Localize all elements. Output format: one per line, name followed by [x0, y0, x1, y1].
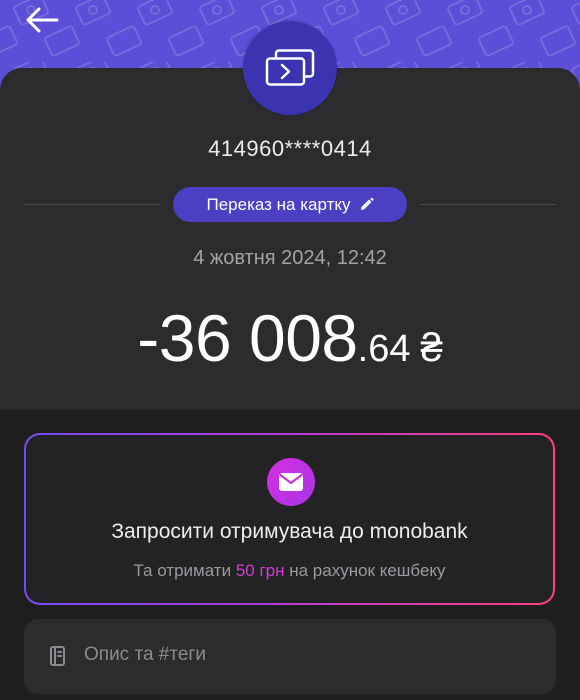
- transfer-type-chip[interactable]: Переказ на картку: [173, 187, 407, 222]
- amount-integer: -36 008: [137, 301, 358, 375]
- divider-left: [24, 204, 160, 205]
- card-number: 414960****0414: [208, 136, 372, 161]
- note-icon: [50, 646, 65, 666]
- amount-fraction: .64: [357, 328, 411, 370]
- invite-subtitle-suffix: на рахунок кешбеку: [284, 561, 446, 580]
- invite-title: Запросити отримувача до monobank: [111, 520, 468, 543]
- description-tags-input[interactable]: Опис та #теги: [24, 619, 556, 694]
- invite-card-inner: Запросити отримувача до monobank Та отри…: [26, 435, 553, 603]
- invite-icon-badge: [267, 458, 315, 506]
- amount-currency: ₴: [420, 326, 443, 370]
- back-button[interactable]: [22, 4, 62, 36]
- recipient-avatar: [243, 21, 337, 115]
- card-transfer-icon: [265, 49, 315, 86]
- description-placeholder: Опис та #теги: [84, 644, 206, 665]
- cashback-amount: 50 грн: [235, 561, 285, 580]
- transaction-amount: -36 008.64 ₴: [0, 300, 580, 376]
- transfer-type-label: Переказ на картку: [206, 194, 351, 214]
- arrow-left-icon: [26, 7, 59, 33]
- invite-recipient-card[interactable]: Запросити отримувача до monobank Та отри…: [24, 433, 555, 605]
- invite-subtitle: Та отримати 50 грн на рахунок кешбеку: [26, 561, 553, 581]
- envelope-icon: [279, 473, 303, 491]
- pencil-icon: [360, 198, 373, 210]
- divider-right: [420, 204, 556, 205]
- invite-subtitle-prefix: Та отримати: [133, 561, 236, 580]
- transaction-datetime: 4 жовтня 2024, 12:42: [193, 247, 387, 269]
- transaction-details-screen: 414960****0414 Переказ на картку 4 жовтн…: [0, 0, 580, 700]
